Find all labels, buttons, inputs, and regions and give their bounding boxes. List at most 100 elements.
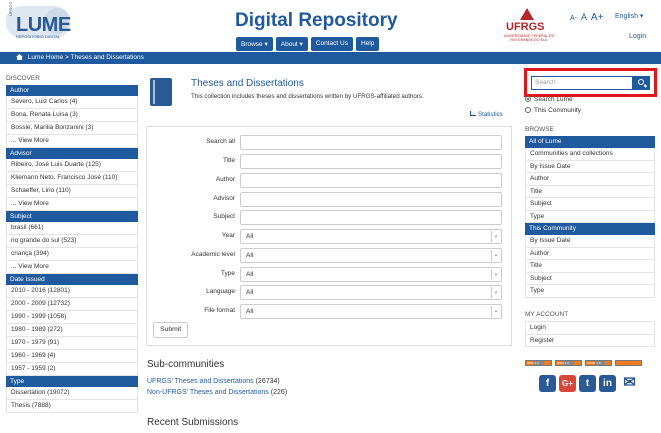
subject-input[interactable]: [240, 210, 502, 225]
facet-header-subject: Subject: [6, 211, 138, 222]
breadcrumb-home[interactable]: Lume Home: [28, 54, 63, 61]
facebook-icon[interactable]: f: [539, 375, 556, 392]
view-more-link[interactable]: ... View More: [6, 135, 138, 148]
browse-item[interactable]: Communities and collections: [525, 148, 655, 161]
field-label: Search all: [206, 138, 235, 145]
advisor-input[interactable]: [240, 192, 502, 207]
breadcrumb-current: Theses and Dissertations: [70, 54, 144, 61]
search-icon: [638, 79, 644, 85]
form-row: Search all: [147, 135, 513, 150]
browse-item[interactable]: Title: [525, 260, 655, 273]
facet-header-advisor: Advisor: [6, 148, 138, 159]
rss-badge[interactable]: [615, 360, 642, 366]
logo-subtitle: REPOSITÓRIO DIGITAL: [16, 34, 61, 39]
ufrgs-mark-icon: [520, 8, 534, 20]
linkedin-icon[interactable]: in: [599, 375, 616, 392]
top-nav: Browse ▾ About ▾ Contact Us Help: [236, 37, 380, 51]
subcommunity-link[interactable]: Non-UFRGS' Theses and Dissertations (226…: [147, 389, 287, 396]
search-all-input[interactable]: [240, 135, 502, 150]
w3c-badge[interactable]: W3C 2.0: [555, 360, 582, 366]
facet-item[interactable]: 1970 - 1979 (91): [6, 337, 138, 350]
browse-item[interactable]: Subject: [525, 198, 655, 211]
browse-item[interactable]: By Issue Date: [525, 235, 655, 248]
browse-item[interactable]: Type: [525, 285, 655, 298]
login-link[interactable]: Login: [629, 33, 646, 40]
facet-item[interactable]: rio grande do sul (523): [6, 235, 138, 248]
account-register-link[interactable]: Register: [525, 334, 655, 347]
collection-description: This collection includes theses and diss…: [191, 93, 424, 100]
browse-item[interactable]: Author: [525, 247, 655, 260]
facet-item[interactable]: Bossle, Marilia Bonzanini (3): [6, 122, 138, 135]
submit-button[interactable]: Submit: [153, 322, 189, 338]
my-account-title: MY ACCOUNT: [525, 311, 569, 318]
facet-item[interactable]: Dissertation (19072): [6, 387, 138, 400]
facet-item[interactable]: 1990 - 1999 (1058): [6, 311, 138, 324]
browse-item[interactable]: Subject: [525, 272, 655, 285]
font-increase-button[interactable]: A+: [591, 12, 604, 23]
facet-item[interactable]: 1957 - 1959 (2): [6, 363, 138, 376]
mail-icon[interactable]: ✉: [619, 375, 640, 392]
facet-item[interactable]: 1960 - 1969 (4): [6, 350, 138, 363]
google-plus-icon[interactable]: G+: [559, 375, 576, 392]
browse-item[interactable]: Type: [525, 210, 655, 223]
browse-header-all[interactable]: All of Lume: [525, 136, 655, 148]
browse-item[interactable]: By Issue Date: [525, 160, 655, 173]
year-select[interactable]: All ⌄: [240, 229, 502, 244]
field-label: Subject: [213, 213, 235, 220]
browse-header-community[interactable]: This Community: [525, 223, 655, 235]
author-input[interactable]: [240, 173, 502, 188]
nav-contact-button[interactable]: Contact Us: [310, 37, 353, 51]
w3c-badge[interactable]: W3C 1.0: [525, 360, 552, 366]
search-highlight: Search: [524, 68, 657, 97]
twitter-icon[interactable]: t: [579, 375, 596, 392]
search-input[interactable]: Search: [531, 76, 633, 90]
search-button[interactable]: [633, 76, 650, 90]
facet-item[interactable]: 2000 - 2009 (12732): [6, 298, 138, 311]
statistics-link[interactable]: Statistics: [470, 111, 503, 118]
view-more-link[interactable]: ... View More: [6, 198, 138, 211]
facet-item[interactable]: Ribeiro, José Luis Duarte (125): [6, 159, 138, 172]
select-value: All: [246, 233, 254, 240]
atom-badge[interactable]: ATOM 1.0: [585, 360, 612, 366]
facet-item[interactable]: 2010 - 2016 (12801): [6, 285, 138, 298]
nav-browse-button[interactable]: Browse ▾: [236, 37, 273, 51]
facet-item[interactable]: Thesis (7888): [6, 400, 138, 413]
language-filter-select[interactable]: All ⌄: [240, 285, 502, 300]
language-select[interactable]: English ▾: [615, 12, 643, 20]
recent-submissions-heading: Recent Submissions: [147, 417, 239, 428]
facet-item[interactable]: criança (394): [6, 248, 138, 261]
academic-level-select[interactable]: All ⌄: [240, 248, 502, 263]
subcommunity-name: Non-UFRGS' Theses and Dissertations: [147, 389, 269, 396]
subcommunities-heading: Sub-communities: [147, 359, 225, 370]
browse-item[interactable]: Author: [525, 173, 655, 186]
account-login-link[interactable]: Login: [525, 322, 655, 335]
select-value: All: [246, 308, 254, 315]
browse-title: BROWSE: [525, 126, 554, 133]
facet-item[interactable]: Severo, Luiz Carlos (4): [6, 96, 138, 109]
select-arrow-icon: ⌄: [491, 269, 500, 280]
facet-item[interactable]: Bona, Renata Luisa (3): [6, 109, 138, 122]
browse-item[interactable]: Title: [525, 185, 655, 198]
scope-radio-community[interactable]: This Community: [525, 107, 581, 114]
form-row: Academic level All ⌄: [147, 248, 513, 263]
facet-item[interactable]: brasil (661): [6, 222, 138, 235]
facet-item[interactable]: 1980 - 1989 (272): [6, 324, 138, 337]
view-more-link[interactable]: ... View More: [6, 261, 138, 274]
scope-radio-lume[interactable]: Search Lume: [525, 96, 573, 103]
subcommunity-link[interactable]: UFRGS' Theses and Dissertations (26734): [147, 378, 280, 385]
browse-list: All of Lume Communities and collections …: [525, 136, 655, 298]
type-select[interactable]: All ⌄: [240, 267, 502, 282]
font-reset-button[interactable]: A: [581, 12, 587, 22]
nav-about-button[interactable]: About ▾: [275, 37, 308, 51]
facet-item[interactable]: Kliemann Neto, Francisco José (110): [6, 172, 138, 185]
title-input[interactable]: [240, 154, 502, 169]
facet-header-author: Author: [6, 85, 138, 96]
nav-help-button[interactable]: Help: [355, 37, 380, 51]
file-format-select[interactable]: All ⌄: [240, 304, 502, 319]
font-decrease-button[interactable]: A-: [570, 15, 577, 22]
ufrgs-name: UFRGS: [506, 21, 545, 33]
ufrgs-logo[interactable]: UFRGS UNIVERSIDADE FEDERAL DO RIO GRANDE…: [500, 8, 558, 48]
lume-logo[interactable]: UFRGS LUME REPOSITÓRIO DIGITAL: [6, 2, 71, 39]
facet-item[interactable]: Schaeffer, Lirio (110): [6, 185, 138, 198]
facet-header-date-issued: Date Issued: [6, 274, 138, 285]
